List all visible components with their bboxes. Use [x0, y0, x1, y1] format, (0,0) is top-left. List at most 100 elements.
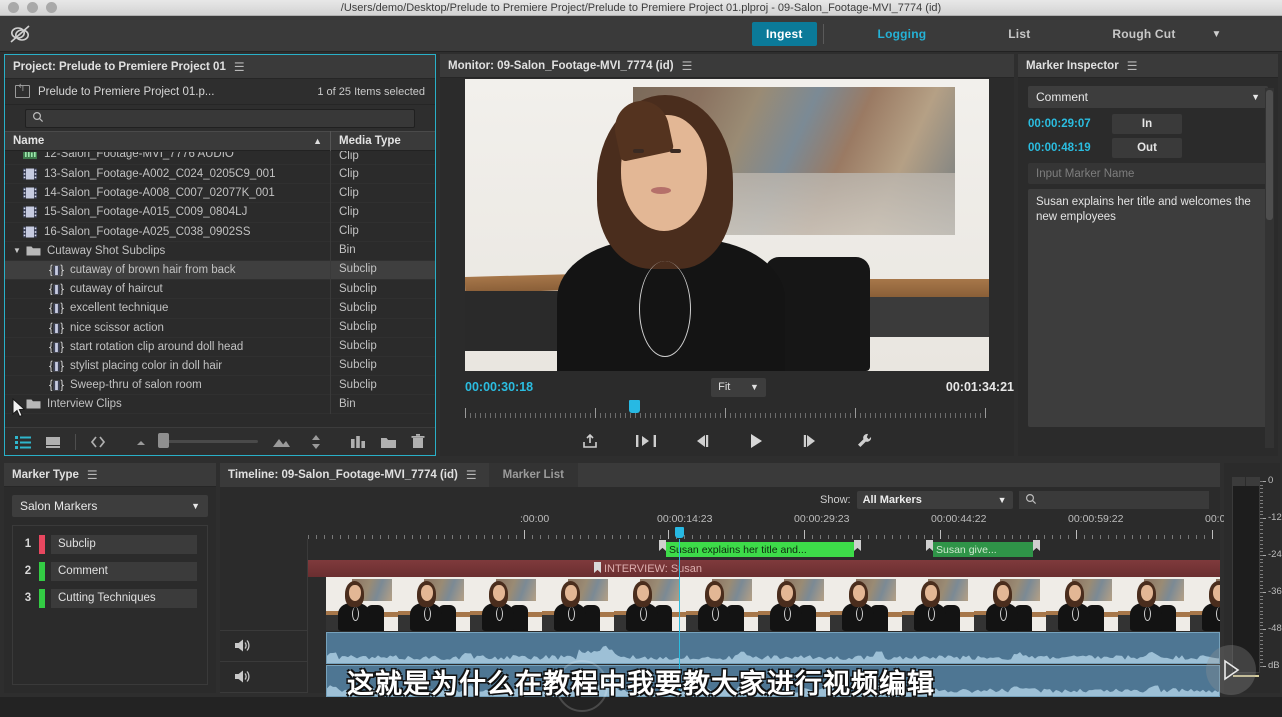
table-row[interactable]: 13-Salon_Footage-A002_C024_0205C9_001 Cli…	[5, 164, 435, 185]
marker-type-item[interactable]: 1 Subclip	[17, 532, 203, 556]
table-row[interactable]: 15-Salon_Footage-A015_C009_0804LJ Clip	[5, 202, 435, 223]
timeline-audio-clip-1[interactable]	[326, 632, 1220, 664]
column-header-media-type[interactable]: Media Type	[330, 131, 435, 151]
set-out-button[interactable]: Out	[1112, 138, 1182, 158]
timeline-thumbnail	[758, 577, 830, 631]
timeline-video-track[interactable]	[326, 577, 1220, 631]
chevron-down-icon[interactable]: ▼	[1212, 29, 1222, 40]
panel-menu-icon[interactable]: ☰	[466, 469, 477, 481]
marker-type-item[interactable]: 3 Cutting Techniques	[17, 586, 203, 610]
film-clip-icon	[23, 168, 37, 180]
table-row[interactable]: 16-Salon_Footage-A025_C038_0902SS Clip	[5, 222, 435, 242]
trash-icon[interactable]	[411, 434, 425, 449]
panel-menu-icon[interactable]: ☰	[234, 61, 245, 73]
code-brackets-icon[interactable]	[90, 435, 106, 449]
marker-in-pin-icon[interactable]	[659, 540, 666, 551]
timeline-search-input[interactable]	[1018, 491, 1209, 509]
monitor-current-timecode[interactable]: 00:00:30:18	[465, 380, 533, 394]
marker-out-pin-icon[interactable]	[1033, 540, 1040, 551]
ruler-tick	[535, 413, 536, 418]
table-row[interactable]: 12-Salon_Footage-MVI_7776 AUDIO Clip	[5, 151, 435, 165]
marker-out-pin-icon[interactable]	[854, 540, 861, 551]
parent-bin-icon[interactable]	[15, 83, 30, 98]
workspace-tab-ingest[interactable]: Ingest	[752, 22, 817, 46]
clip-marker-pin-icon[interactable]	[594, 562, 601, 573]
tab-marker-list[interactable]: Marker List	[488, 463, 578, 487]
marker-inspector-scrollbar[interactable]	[1265, 88, 1274, 448]
row-media-type-cell: Bin	[330, 241, 435, 261]
workspace-tab-logging[interactable]: Logging	[864, 22, 941, 46]
play-icon[interactable]	[747, 432, 765, 450]
video-play-overlay-button[interactable]	[1206, 645, 1256, 695]
table-row[interactable]: start rotation clip around doll head Subc…	[5, 337, 435, 357]
project-item-list[interactable]: 12-Salon_Footage-MVI_7776 AUDIO Clip 13-Sa…	[5, 151, 435, 424]
audio-meter-clip-indicator[interactable]	[1232, 477, 1260, 486]
table-row[interactable]: stylist placing color in doll hair Subcli…	[5, 356, 435, 377]
show-markers-dropdown[interactable]: All Markers ▼	[856, 491, 1013, 509]
workspace-tab-list[interactable]: List	[994, 22, 1044, 46]
thumbnail-zoom-slider[interactable]	[157, 433, 258, 448]
table-row[interactable]: excellent technique Subclip	[5, 298, 435, 319]
marker-type-dropdown[interactable]: Comment ▼	[1028, 86, 1268, 108]
timeline-marker[interactable]: Susan give...	[933, 542, 1033, 557]
sort-icon[interactable]	[310, 434, 322, 450]
sort-ascending-icon[interactable]: ▲	[313, 136, 322, 146]
panel-menu-icon[interactable]: ☰	[1127, 60, 1138, 72]
marker-in-pin-icon[interactable]	[926, 540, 933, 551]
column-header-name[interactable]: Name ▲	[5, 135, 330, 147]
step-forward-icon[interactable]	[801, 433, 819, 449]
small-thumbnail-icon[interactable]	[134, 437, 148, 447]
marker-type-item[interactable]: 2 Comment	[17, 559, 203, 583]
list-view-icon[interactable]	[15, 435, 31, 449]
video-track-header[interactable]	[220, 539, 307, 631]
new-bin-icon[interactable]	[380, 435, 397, 449]
ruler-tick	[855, 408, 856, 418]
breadcrumb-label[interactable]: Prelude to Premiere Project 01.p...	[38, 86, 214, 98]
marker-comment-textarea[interactable]: Susan explains her title and welcomes th…	[1028, 189, 1268, 427]
panel-menu-icon[interactable]: ☰	[87, 469, 98, 481]
audio-track-header-1[interactable]	[220, 631, 307, 662]
table-row[interactable]: nice scissor action Subclip	[5, 318, 435, 338]
timeline-clip-name-bar[interactable]: INTERVIEW: Susan	[308, 560, 1220, 577]
search-input[interactable]	[25, 108, 415, 128]
ruler-tick	[725, 408, 726, 418]
timeline-marker[interactable]: Susan explains her title and...	[666, 542, 854, 557]
large-thumbnail-icon[interactable]	[272, 436, 290, 448]
marker-name-input[interactable]: Input Marker Name	[1028, 163, 1268, 184]
marker-in-timecode[interactable]: 00:00:29:07	[1028, 118, 1104, 130]
columns-icon[interactable]	[350, 435, 366, 449]
timeline-playhead-handle[interactable]	[675, 527, 684, 538]
timeline-marker-row[interactable]: Susan explains her title and... Susan giv…	[308, 539, 1220, 560]
marker-out-timecode[interactable]: 00:00:48:19	[1028, 142, 1104, 154]
audio-waveform-1	[327, 633, 1219, 663]
marker-type-list[interactable]: 1 Subclip 2 Comment 3 Cutting Techniques	[12, 525, 208, 685]
step-back-icon[interactable]	[693, 433, 711, 449]
table-row[interactable]: ▶Interview ClipsBin	[5, 394, 435, 415]
subtitle-overlay: 这就是为什么在教程中我要教大家进行视频编辑	[347, 669, 935, 699]
marker-set-dropdown[interactable]: Salon Markers ▼	[12, 495, 208, 517]
disclosure-expanded-icon[interactable]: ▼	[13, 246, 24, 255]
monitor-playhead[interactable]	[629, 400, 640, 413]
scrollbar-thumb[interactable]	[1266, 90, 1273, 220]
table-row[interactable]: cutaway of brown hair from back Subclip	[5, 260, 435, 281]
table-row[interactable]: Sweep-thru of salon room Subclip	[5, 375, 435, 396]
table-row[interactable]: ▼ Cutaway Shot Subclips Bin	[5, 241, 435, 261]
thumbnail-view-icon[interactable]	[45, 435, 61, 449]
monitor-scrub-ruler[interactable]	[465, 400, 989, 418]
marker-out-row: 00:00:48:19 Out	[1028, 138, 1268, 158]
panel-menu-icon[interactable]: ☰	[682, 60, 693, 72]
wrench-settings-icon[interactable]	[855, 432, 873, 450]
set-in-button[interactable]: In	[1112, 114, 1182, 134]
table-row[interactable]: cutaway of haircut Subclip	[5, 279, 435, 300]
zoom-slider-handle[interactable]	[157, 433, 169, 448]
search-icon	[32, 111, 44, 126]
monitor-zoom-dropdown[interactable]: Fit ▼	[711, 377, 766, 397]
workspace-tab-rough-cut[interactable]: Rough Cut	[1098, 22, 1189, 46]
timeline-ruler[interactable]: :00:00 00:00:14:23 00:00:29:23 00:00:44:22 0…	[220, 513, 1260, 539]
set-in-out-icon[interactable]	[635, 433, 657, 449]
ruler-tick	[695, 413, 696, 418]
export-frame-icon[interactable]	[581, 432, 599, 450]
speaker-icon[interactable]	[234, 638, 251, 658]
monitor-video-preview[interactable]	[465, 79, 989, 371]
table-row[interactable]: 14-Salon_Footage-A008_C007_02077K_001 Cli…	[5, 183, 435, 204]
